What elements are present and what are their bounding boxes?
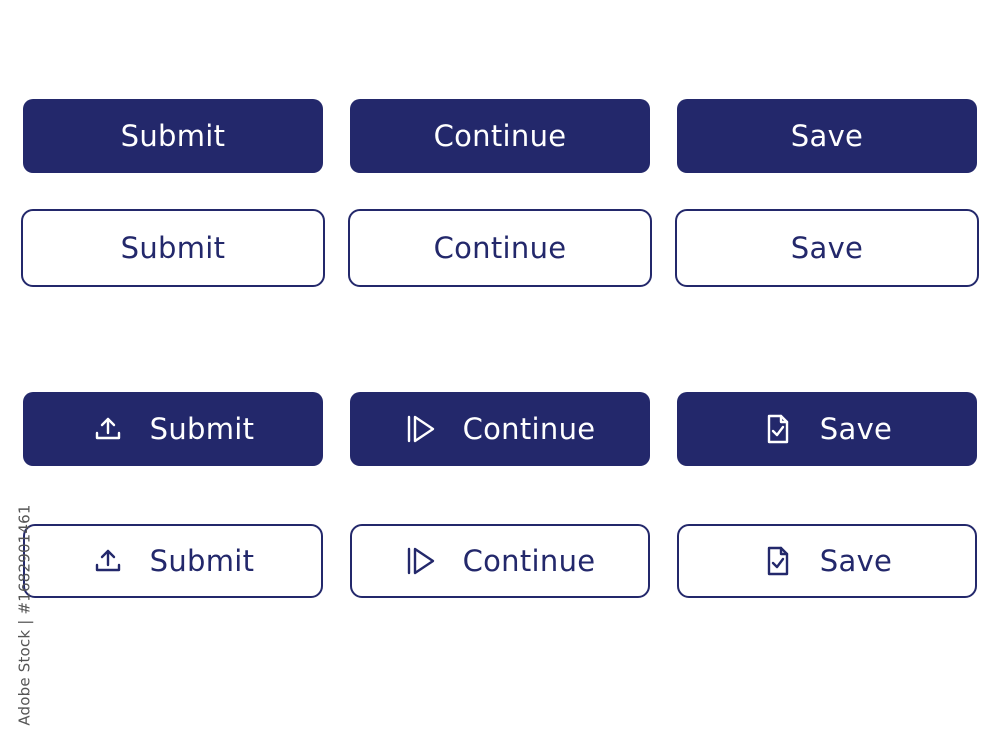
button-label: Continue	[462, 544, 596, 578]
upload-icon	[92, 545, 124, 577]
save-button-outline[interactable]: Save	[675, 209, 979, 287]
continue-button-outline[interactable]: Continue	[348, 209, 652, 287]
submit-button-filled[interactable]: Submit	[23, 99, 323, 173]
continue-button-filled[interactable]: Continue	[350, 99, 650, 173]
continue-button-outline-icon[interactable]: Continue	[350, 524, 650, 598]
button-label: Save	[819, 544, 893, 578]
upload-icon	[92, 413, 124, 445]
button-label: Save	[790, 231, 864, 265]
save-button-filled[interactable]: Save	[677, 99, 977, 173]
button-label: Continue	[433, 231, 567, 265]
submit-button-outline-icon[interactable]: Submit	[23, 524, 323, 598]
document-check-icon	[762, 545, 794, 577]
play-icon	[405, 413, 437, 445]
button-label: Submit	[149, 544, 255, 578]
submit-button-filled-icon[interactable]: Submit	[23, 392, 323, 466]
submit-button-outline[interactable]: Submit	[21, 209, 325, 287]
continue-button-filled-icon[interactable]: Continue	[350, 392, 650, 466]
button-label: Continue	[433, 119, 567, 153]
button-label: Submit	[120, 119, 226, 153]
document-check-icon	[762, 413, 794, 445]
save-button-outline-icon[interactable]: Save	[677, 524, 977, 598]
save-button-filled-icon[interactable]: Save	[677, 392, 977, 466]
play-icon	[405, 545, 437, 577]
button-label: Save	[819, 412, 893, 446]
watermark-text: Adobe Stock | #1682901461	[16, 504, 35, 726]
button-label: Save	[790, 119, 864, 153]
button-label: Submit	[120, 231, 226, 265]
stock-watermark: Adobe Stock | #1682901461	[12, 504, 38, 726]
button-label: Continue	[462, 412, 596, 446]
button-set-canvas: Submit Continue Save Submit Continue Sav…	[0, 0, 1000, 750]
button-label: Submit	[149, 412, 255, 446]
